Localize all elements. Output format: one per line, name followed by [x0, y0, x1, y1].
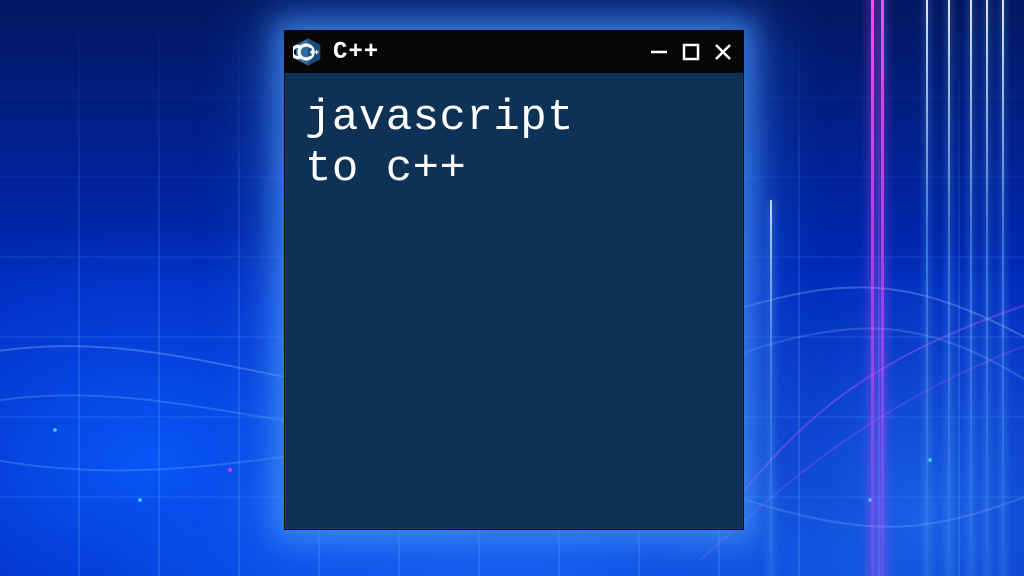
- terminal-window: C++ javascript to c++: [284, 30, 744, 530]
- minimize-button[interactable]: [649, 42, 669, 62]
- cpp-logo-icon: [293, 37, 323, 67]
- terminal-client-area[interactable]: javascript to c++: [285, 73, 743, 529]
- maximize-icon: [681, 42, 701, 62]
- close-button[interactable]: [713, 42, 733, 62]
- terminal-line-2: to c++: [305, 144, 466, 194]
- titlebar[interactable]: C++: [285, 31, 743, 73]
- window-controls: [649, 42, 733, 62]
- minimize-icon: [649, 42, 669, 62]
- close-icon: [713, 42, 733, 62]
- maximize-button[interactable]: [681, 42, 701, 62]
- terminal-line-1: javascript: [305, 93, 574, 143]
- terminal-text: javascript to c++: [305, 93, 723, 194]
- window-title: C++: [333, 39, 379, 66]
